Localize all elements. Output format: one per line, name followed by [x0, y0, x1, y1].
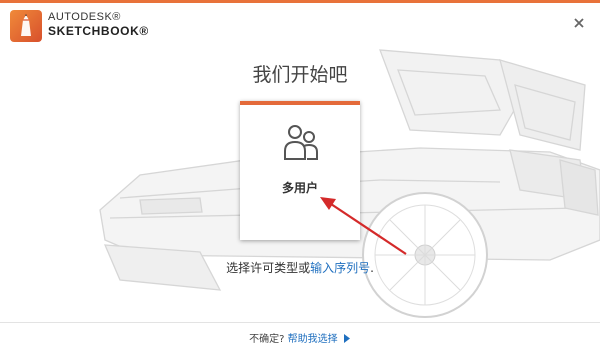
card-label: 多用户 — [281, 181, 318, 195]
red-pointer-arrow — [320, 197, 407, 255]
brand-sketchbook: SKETCHBOOK® — [48, 24, 149, 38]
close-icon[interactable] — [572, 15, 586, 29]
users-icon — [284, 125, 318, 160]
sketchbook-logo-icon — [10, 10, 42, 42]
license-prompt: 选择许可类型或输入序列号. — [0, 259, 600, 276]
help-me-choose-link[interactable]: 帮助我选择 — [288, 334, 351, 345]
brand-wordmark: AUTODESK® SKETCHBOOK® — [48, 11, 149, 38]
license-prefix: 选择许可类型或 — [226, 261, 311, 275]
brand-autodesk: AUTODESK® — [48, 11, 121, 23]
footer-text: 不确定? 帮助我选择 — [0, 330, 600, 345]
footer: 不确定? 帮助我选择 — [0, 322, 600, 349]
setup-window: AUTODESK® SKETCHBOOK® 我们开始吧 多用户 选择许可类型或输… — [0, 0, 600, 349]
help-link-label: 帮助我选择 — [287, 334, 338, 345]
card-accent-bar — [240, 101, 360, 105]
enter-serial-link[interactable]: 输入序列号 — [310, 261, 370, 275]
license-suffix: . — [370, 261, 374, 275]
play-icon — [343, 334, 350, 343]
footer-question: 不确定? — [249, 334, 285, 345]
page-title: 我们开始吧 — [252, 64, 348, 86]
